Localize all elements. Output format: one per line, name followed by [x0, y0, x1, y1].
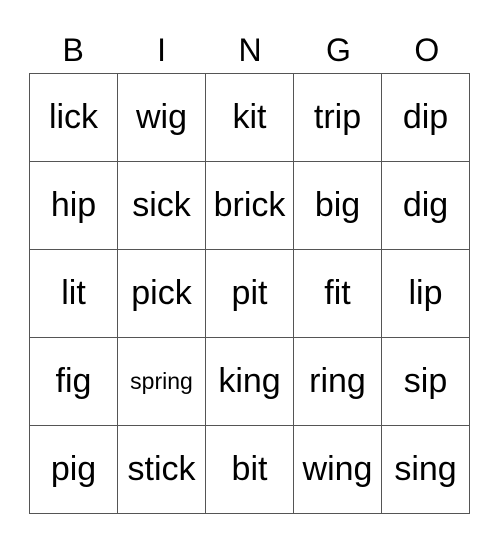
- card-cell[interactable]: dig: [381, 161, 470, 250]
- card-cell[interactable]: brick: [205, 161, 294, 250]
- header-letter-i: I: [157, 32, 167, 68]
- card-cell[interactable]: sick: [117, 161, 206, 250]
- card-cell[interactable]: stick: [117, 425, 206, 514]
- card-row: lit pick pit fit lip: [29, 249, 470, 338]
- card-row: pig stick bit wing sing: [29, 425, 470, 514]
- card-cell[interactable]: lit: [29, 249, 118, 338]
- card-cell[interactable]: sip: [381, 337, 470, 426]
- card-cell[interactable]: sing: [381, 425, 470, 514]
- card-cell[interactable]: fig: [29, 337, 118, 426]
- card-cell[interactable]: pick: [117, 249, 206, 338]
- header-letter-n: N: [238, 32, 262, 68]
- card-cell[interactable]: lick: [29, 73, 118, 162]
- header-letter-o: O: [414, 32, 440, 68]
- card-cell[interactable]: ring: [293, 337, 382, 426]
- card-cell[interactable]: dip: [381, 73, 470, 162]
- card-cell[interactable]: wing: [293, 425, 382, 514]
- card-cell[interactable]: fit: [293, 249, 382, 338]
- card-cell[interactable]: spring: [117, 337, 206, 426]
- header-letter-g: G: [325, 32, 351, 68]
- bingo-header: B I N G O: [29, 28, 471, 72]
- card-cell[interactable]: big: [293, 161, 382, 250]
- header-letter-b: B: [62, 32, 84, 68]
- card-cell[interactable]: pit: [205, 249, 294, 338]
- bingo-card: lick wig kit trip dip hip sick brick big…: [29, 73, 470, 514]
- card-row: lick wig kit trip dip: [29, 73, 470, 162]
- card-cell[interactable]: hip: [29, 161, 118, 250]
- card-cell[interactable]: trip: [293, 73, 382, 162]
- card-cell[interactable]: pig: [29, 425, 118, 514]
- card-row: hip sick brick big dig: [29, 161, 470, 250]
- card-row: fig spring king ring sip: [29, 337, 470, 426]
- card-cell[interactable]: king: [205, 337, 294, 426]
- card-cell[interactable]: lip: [381, 249, 470, 338]
- card-cell[interactable]: wig: [117, 73, 206, 162]
- card-cell[interactable]: kit: [205, 73, 294, 162]
- card-cell[interactable]: bit: [205, 425, 294, 514]
